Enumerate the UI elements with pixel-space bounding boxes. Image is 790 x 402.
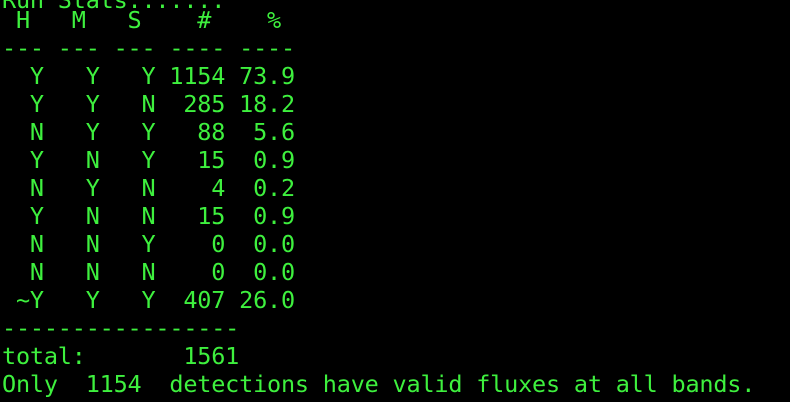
table-row: Y Y Y 1154 73.9 [2,62,295,90]
table-row: N N Y 0 0.0 [2,230,295,258]
table-row: ~Y Y Y 407 26.0 [2,286,295,314]
table-row: N N N 0 0.0 [2,258,295,286]
summary-divider-line: ----------------- [2,314,240,342]
table-row: N Y Y 88 5.6 [2,118,295,146]
table-row: Y Y N 285 18.2 [2,90,295,118]
terminal-window[interactable]: Run Stats:...... H M S # % --- --- --- -… [0,0,790,402]
table-divider-line: --- --- --- ---- ---- [2,34,295,62]
valid-flux-message-line: Only 1154 detections have valid fluxes a… [2,370,756,398]
table-row: Y N Y 15 0.9 [2,146,295,174]
table-row: Y N N 15 0.9 [2,202,295,230]
table-header-line: H M S # % [2,6,281,34]
table-row: N Y N 4 0.2 [2,174,295,202]
total-line: total: 1561 [2,342,240,370]
